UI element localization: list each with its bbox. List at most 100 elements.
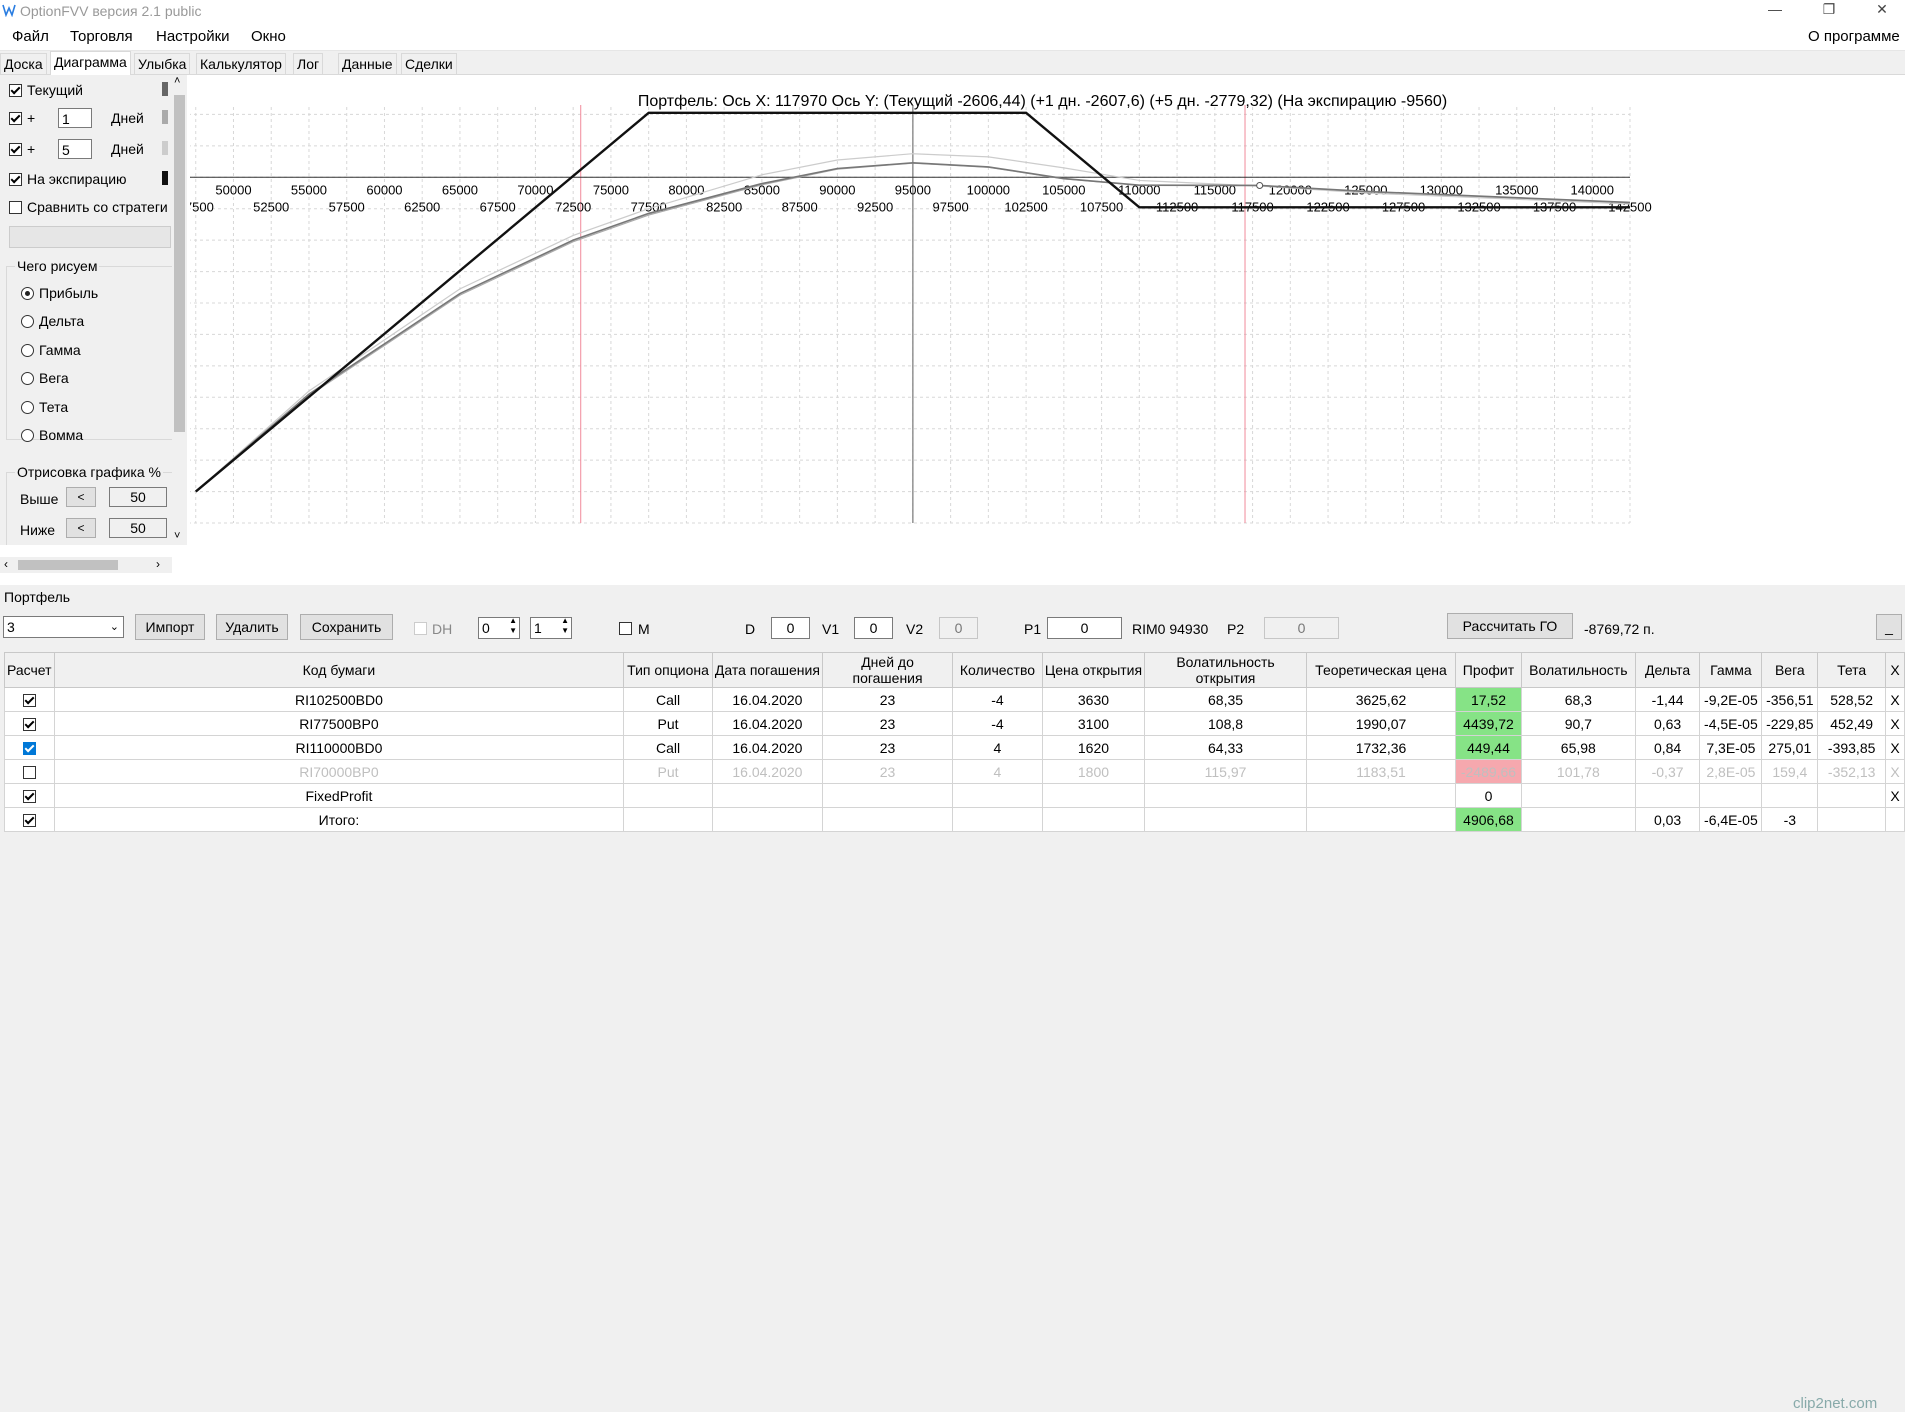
tab-data[interactable]: Данные	[338, 53, 397, 74]
plus1-color-swatch[interactable]	[162, 110, 168, 124]
calc-checkbox-cell[interactable]	[4, 759, 55, 784]
calc-checkbox[interactable]	[22, 742, 36, 756]
close-window-button[interactable]: ✕	[1859, 0, 1905, 22]
plus5-color-swatch[interactable]	[162, 141, 168, 155]
plus5-checkbox[interactable]	[9, 143, 22, 156]
column-header[interactable]: Волатильность	[1520, 652, 1636, 688]
plus5-days-input[interactable]: 5	[58, 139, 92, 159]
spinner-2[interactable]: 1 ▲ ▼	[530, 616, 572, 639]
table-row[interactable]: FixedProfit 0 X	[4, 783, 1905, 808]
left-panel-vertical-scrollbar[interactable]: ˄ ˅	[172, 75, 187, 545]
scroll-down-arrow-icon[interactable]: ˅	[174, 530, 180, 542]
menu-file[interactable]: Файл	[12, 28, 49, 45]
v2-input[interactable]: 0	[939, 617, 978, 639]
tab-diagram[interactable]: Диаграмма	[50, 51, 131, 75]
vertical-scroll-thumb[interactable]	[174, 95, 185, 432]
calc-checkbox[interactable]	[22, 766, 36, 780]
below-decrease-button[interactable]: <	[66, 518, 96, 538]
column-header[interactable]: Цена открытия	[1041, 652, 1146, 688]
horizontal-scroll-thumb[interactable]	[18, 560, 118, 570]
column-header[interactable]: Дата погашения	[711, 652, 824, 688]
save-button[interactable]: Сохранить	[300, 614, 393, 640]
plus1-checkbox[interactable]	[9, 112, 22, 125]
table-row[interactable]: RI110000BD0 Call 16.04.2020 23 4 1620 64,33 173…	[4, 735, 1905, 760]
column-header[interactable]: Дней до погашения	[822, 652, 954, 688]
tab-smile[interactable]: Улыбка	[134, 53, 191, 74]
p2-input[interactable]: 0	[1264, 617, 1339, 639]
radio-profit[interactable]	[21, 287, 34, 300]
column-header[interactable]: X	[1885, 652, 1905, 688]
tab-log[interactable]: Лог	[293, 53, 324, 74]
scroll-left-arrow-icon[interactable]: ‹	[4, 557, 8, 571]
table-row[interactable]: RI70000BP0 Put 16.04.2020 23 4 1800 115,97 1183…	[4, 759, 1905, 784]
below-value-input[interactable]: 50	[109, 518, 167, 538]
dh-checkbox[interactable]	[414, 622, 427, 635]
remove-row-button[interactable]: X	[1885, 687, 1905, 712]
remove-row-button[interactable]	[1885, 807, 1905, 832]
table-row[interactable]: RI102500BD0 Call 16.04.2020 23 -4 3630 68,35 36…	[4, 687, 1905, 712]
v1-input[interactable]: 0	[854, 617, 893, 639]
column-header[interactable]: Тета	[1817, 652, 1886, 688]
radio-delta[interactable]	[21, 315, 34, 328]
menu-settings[interactable]: Настройки	[156, 28, 230, 45]
spinner-arrows-icon[interactable]: ▲ ▼	[509, 616, 517, 636]
above-decrease-button[interactable]: <	[66, 487, 96, 507]
table-row[interactable]: RI77500BP0 Put 16.04.2020 23 -4 3100 108,8 1990…	[4, 711, 1905, 736]
radio-vomma[interactable]	[21, 429, 34, 442]
calc-checkbox[interactable]	[22, 814, 36, 828]
profit-chart[interactable]: 3000020000100000-10000-20000-30000-40000…	[190, 105, 1905, 575]
menu-window[interactable]: Окно	[251, 28, 286, 45]
remove-row-button[interactable]: X	[1885, 711, 1905, 736]
compare-checkbox[interactable]	[9, 201, 22, 214]
minimize-portfolio-button[interactable]: _	[1876, 614, 1902, 640]
remove-row-button[interactable]: X	[1885, 759, 1905, 784]
spinner-1[interactable]: 0 ▲ ▼	[478, 616, 520, 639]
menu-trading[interactable]: Торговля	[70, 28, 133, 45]
calc-checkbox[interactable]	[22, 718, 36, 732]
calc-checkbox[interactable]	[22, 694, 36, 708]
column-header[interactable]: Количество	[952, 652, 1043, 688]
menu-about[interactable]: О программе	[1808, 28, 1900, 45]
scroll-right-arrow-icon[interactable]: ›	[156, 557, 160, 571]
m-checkbox[interactable]	[619, 622, 632, 635]
calc-checkbox-cell[interactable]	[4, 735, 55, 760]
current-checkbox[interactable]	[9, 84, 22, 97]
remove-row-button[interactable]: X	[1885, 735, 1905, 760]
scroll-up-arrow-icon[interactable]: ˄	[174, 75, 180, 87]
column-header[interactable]: Дельта	[1634, 652, 1701, 688]
tab-calculator[interactable]: Калькулятор	[196, 53, 286, 74]
minimize-window-button[interactable]: —	[1752, 0, 1798, 22]
maximize-window-button[interactable]: ❐	[1806, 0, 1852, 22]
column-header[interactable]: Теоретическая цена	[1305, 652, 1457, 688]
tab-deals[interactable]: Сделки	[401, 53, 457, 74]
column-header[interactable]: Волатильность открытия	[1144, 652, 1307, 688]
import-button[interactable]: Импорт	[135, 614, 205, 640]
p1-input[interactable]: 0	[1047, 617, 1122, 639]
portfolio-select[interactable]: 3 ⌄	[3, 616, 124, 638]
column-header[interactable]: Расчет	[4, 652, 55, 688]
spinner-arrows-icon[interactable]: ▲ ▼	[561, 616, 569, 636]
calc-checkbox[interactable]	[22, 790, 36, 804]
tab-board[interactable]: Доска	[0, 53, 47, 74]
expiration-checkbox[interactable]	[9, 173, 22, 186]
column-header[interactable]: Профит	[1455, 652, 1522, 688]
column-header[interactable]: Тип опциона	[623, 652, 713, 688]
table-row[interactable]: Итого: 4906,68 0,03 -6,4E-05 -3	[4, 807, 1905, 832]
calculate-go-button[interactable]: Рассчитать ГО	[1447, 613, 1573, 639]
calc-checkbox-cell[interactable]	[4, 687, 55, 712]
radio-vega[interactable]	[21, 372, 34, 385]
calc-checkbox-cell[interactable]	[4, 711, 55, 736]
calc-checkbox-cell[interactable]	[4, 807, 55, 832]
radio-gamma[interactable]	[21, 344, 34, 357]
column-header[interactable]: Код бумаги	[53, 652, 625, 688]
delete-button[interactable]: Удалить	[216, 614, 288, 640]
left-panel-horizontal-scrollbar[interactable]: ‹ ›	[0, 557, 172, 573]
radio-theta[interactable]	[21, 401, 34, 414]
column-header[interactable]: Вега	[1761, 652, 1819, 688]
compare-strategy-select[interactable]	[9, 226, 171, 248]
column-header[interactable]: Гамма	[1699, 652, 1763, 688]
expiration-color-swatch[interactable]	[162, 171, 168, 185]
current-color-swatch[interactable]	[162, 82, 168, 96]
remove-row-button[interactable]: X	[1885, 783, 1905, 808]
calc-checkbox-cell[interactable]	[4, 783, 55, 808]
